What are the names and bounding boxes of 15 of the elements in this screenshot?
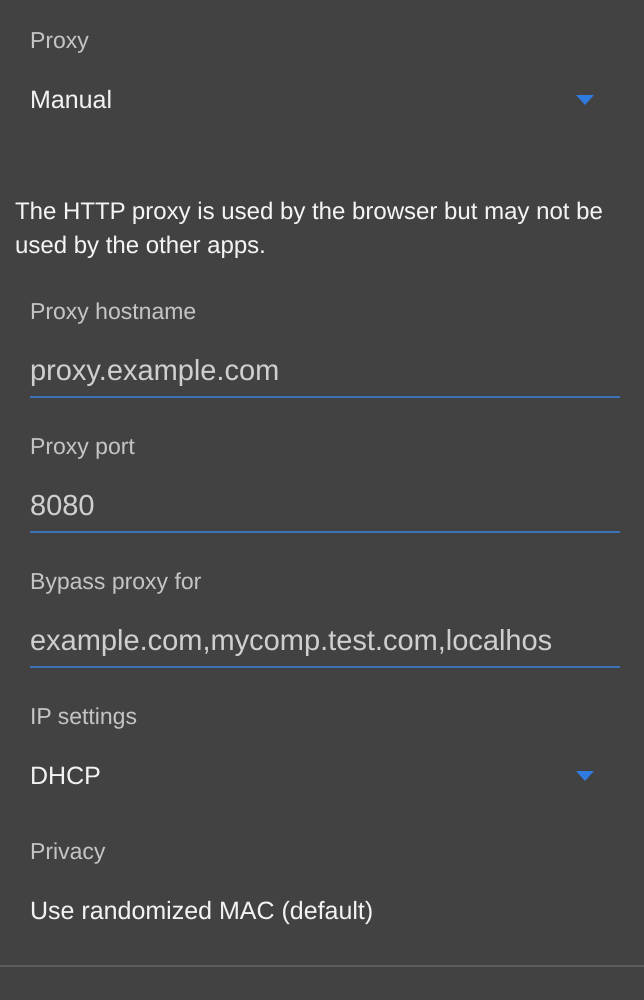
input-field[interactable]: 8080 xyxy=(30,481,620,533)
dropdown-value[interactable]: Manual xyxy=(30,86,112,114)
setting-label: IP settings xyxy=(30,702,137,731)
field-label: Proxy hostname xyxy=(30,297,196,326)
setting-label: Privacy xyxy=(30,837,106,866)
setting-value[interactable]: Use randomized MAC (default) xyxy=(30,896,374,926)
dropdown-caret-icon[interactable] xyxy=(576,95,594,105)
field-label: Proxy port xyxy=(30,432,135,461)
input-field[interactable]: example.com,mycomp.test.com,localhos xyxy=(30,616,620,668)
dropdown-caret-icon[interactable] xyxy=(576,771,594,781)
setting-label: Proxy xyxy=(30,26,89,55)
info-text: The HTTP proxy is used by the browser but may not be used by the other apps. xyxy=(15,197,604,261)
dropdown-value[interactable]: DHCP xyxy=(30,762,101,790)
input-field[interactable]: proxy.example.com xyxy=(30,346,620,398)
field-label: Bypass proxy for xyxy=(30,567,202,596)
